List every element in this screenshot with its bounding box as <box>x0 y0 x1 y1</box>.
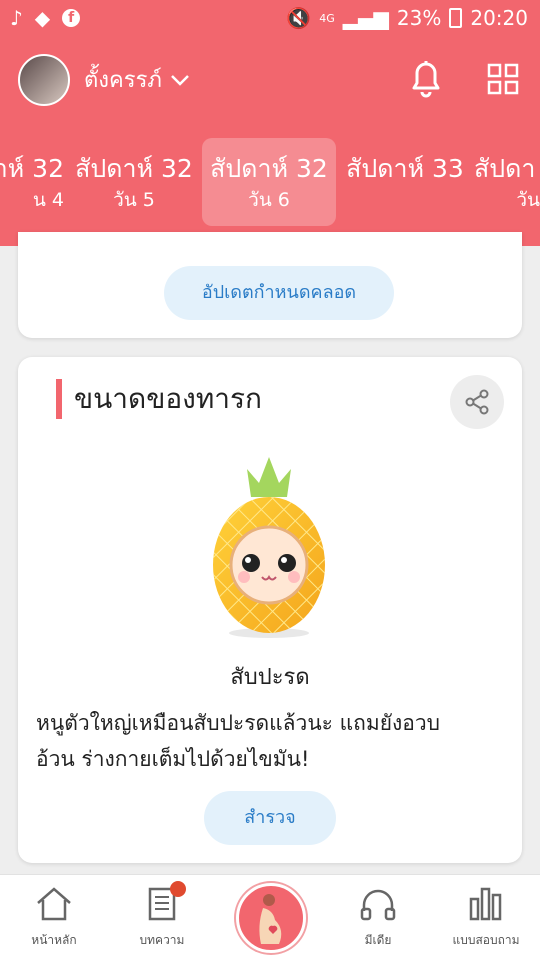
update-due-date-button[interactable]: อัปเดตกำหนดคลอด <box>164 266 394 320</box>
pineapple-illustration <box>213 457 325 638</box>
week-day-item[interactable]: สัปดา วัน <box>474 138 540 226</box>
baby-size-description: หนูตัวใหญ่เหมือนสับปะรดแล้วนะ แถมยังอวบ … <box>36 711 441 771</box>
battery-icon <box>449 8 463 28</box>
tab-home[interactable]: หน้าหลัก <box>0 885 108 950</box>
app-diamond-icon: ◆ <box>34 6 51 30</box>
battery-percent: 23% <box>396 6 442 30</box>
username-label: ตั้งครรภ์ <box>84 68 162 93</box>
week-day-item[interactable]: สัปดาห์ 33 <box>338 138 472 226</box>
title-accent-bar <box>56 379 62 419</box>
card-title: ขนาดของทารก <box>56 377 262 421</box>
tab-survey[interactable]: แบบสอบถาม <box>432 885 540 950</box>
facebook-icon: f <box>62 9 81 27</box>
headphones-icon <box>360 889 396 921</box>
pregnancy-center-button[interactable] <box>236 883 306 953</box>
week-day-item[interactable]: สัปดาห์ 32 วัน 5 <box>67 138 201 226</box>
share-button[interactable] <box>450 375 504 429</box>
week-day-selector: าห์ 32 น 4 สัปดาห์ 32 วัน 5 สัปดาห์ 32 ว… <box>0 136 540 228</box>
due-date-card: อัปเดตกำหนดคลอด <box>18 232 522 338</box>
grid-menu-icon[interactable] <box>486 62 520 96</box>
pregnancy-icon <box>259 894 282 944</box>
status-bar: ♪ ◆ f 🔇 4G ▂▄▆ 23% 20:20 <box>0 0 540 36</box>
signal-icon: ▂▄▆ <box>342 6 389 30</box>
chevron-down-icon <box>171 74 189 86</box>
profile-switcher[interactable]: ตั้งครรภ์ <box>84 62 190 97</box>
chart-icon <box>469 887 502 921</box>
tiktok-icon: ♪ <box>10 6 23 30</box>
bottom-tab-bar: หน้าหลัก บทความ มีเดีย แบบสอบถาม <box>0 874 540 961</box>
tab-media[interactable]: มีเดีย <box>324 885 432 950</box>
network-label: 4G <box>319 11 335 25</box>
baby-size-card: ขนาดของทารก สับปะรด หนูตัวใหญ่เหมือนสับป… <box>18 357 522 863</box>
week-day-item[interactable]: าห์ 32 น 4 <box>0 138 64 226</box>
clock: 20:20 <box>470 6 528 30</box>
avatar[interactable] <box>18 54 70 106</box>
share-icon <box>465 389 489 415</box>
bell-icon[interactable] <box>408 58 444 98</box>
week-day-item-selected[interactable]: สัปดาห์ 32 วัน 6 <box>202 138 336 226</box>
notification-badge <box>170 881 186 897</box>
app-header: ตั้งครรภ์ าห์ 32 น 4 สัปดาห์ 32 วัน 5 สั… <box>0 36 540 246</box>
home-icon <box>37 887 71 921</box>
fruit-name: สับปะรด <box>230 665 310 690</box>
mute-icon: 🔇 <box>286 6 312 30</box>
baby-size-title: ขนาดของทารก <box>74 382 262 415</box>
explore-button[interactable]: สำรวจ <box>204 791 336 845</box>
tab-articles[interactable]: บทความ <box>108 881 216 950</box>
